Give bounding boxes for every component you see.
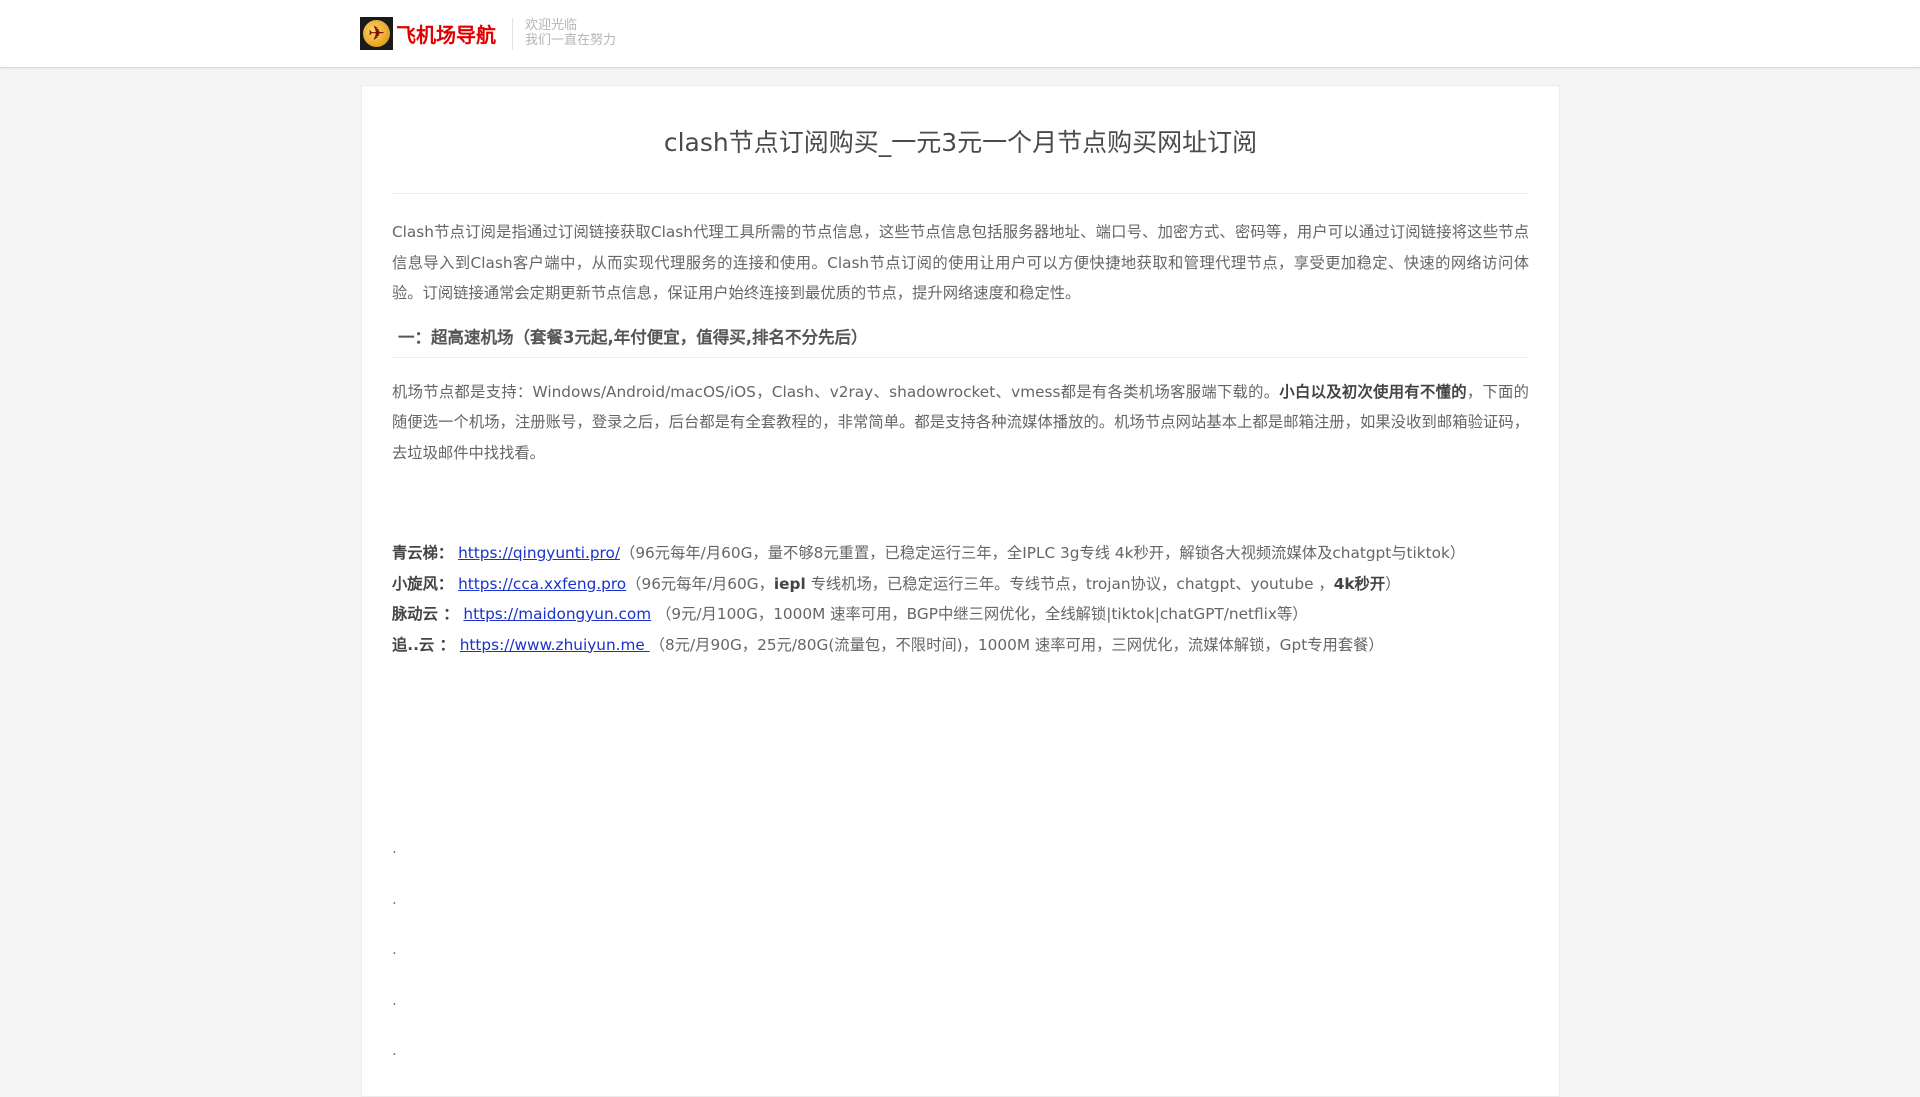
link-row: 追..云 ： https://www.zhuiyun.me （8元/月90G，2… xyxy=(392,630,1529,661)
dot-spacer: . xyxy=(392,889,397,908)
section-heading: 一：超高速机场（套餐3元起,年付便宜，值得买,排名不分先后） xyxy=(392,326,1529,358)
article-title: clash节点订阅购买_一元3元一个月节点购买网址订阅 xyxy=(663,128,1258,157)
link-url[interactable]: https://maidongyun.com xyxy=(463,605,651,623)
airport-link-list: 青云梯： https://qingyunti.pro/（96元每年/月60G，量… xyxy=(392,538,1529,660)
link-desc: （9元/月100G，1000M 速率可用，BGP中继三网优化，全线解锁|tikt… xyxy=(651,605,1308,623)
section-text-bold: 小白以及初次使用有不懂的 xyxy=(1279,382,1467,401)
link-desc: （96元每年/月60G， xyxy=(626,574,774,593)
article-card: clash节点订阅购买_一元3元一个月节点购买网址订阅 Clash节点订阅是指通… xyxy=(361,85,1560,1097)
link-url[interactable]: https://qingyunti.pro/ xyxy=(458,544,620,562)
welcome-line-1: 欢迎光临 xyxy=(525,18,578,33)
site-logo-text: 飞机场导航 xyxy=(396,23,496,47)
section-text-a: 机场节点都是支持：Windows/Android/macOS/iOS，Clash… xyxy=(392,382,1280,401)
link-name: 追..云 ： xyxy=(392,635,455,654)
link-url[interactable]: https://cca.xxfeng.pro xyxy=(458,575,626,593)
top-header-bar: ✈ 飞机场导航 欢迎光临 我们一直在努力 xyxy=(0,0,1920,68)
link-row: 青云梯： https://qingyunti.pro/（96元每年/月60G，量… xyxy=(392,538,1529,569)
welcome-slogan: 欢迎光临 我们一直在努力 xyxy=(512,18,616,50)
dot-spacer: . xyxy=(392,839,397,857)
airplane-logo-icon: ✈ xyxy=(360,17,393,50)
title-divider xyxy=(392,193,1529,194)
link-desc-bold: iepl xyxy=(773,574,806,593)
link-desc: （96元每年/月60G，量不够8元重置，已稳定运行三年，全IPLC 3g专线 4… xyxy=(620,544,1466,562)
dot-spacer: . xyxy=(392,990,397,1009)
intro-paragraph: Clash节点订阅是指通过订阅链接获取Clash代理工具所需的节点信息，这些节点… xyxy=(392,223,1529,302)
link-desc-3: ） xyxy=(1385,574,1401,593)
link-desc-2: 专线机场，已稳定运行三年。专线节点，trojan协议，chatgpt、youtu… xyxy=(805,574,1334,593)
link-row: 脉动云 ： https://maidongyun.com （9元/月100G，1… xyxy=(392,599,1529,630)
article-body: clash节点订阅购买_一元3元一个月节点购买网址订阅 Clash节点订阅是指通… xyxy=(392,86,1529,660)
link-name: 青云梯： xyxy=(392,544,454,562)
dot-spacer: . xyxy=(392,1041,397,1059)
link-name: 小旋风： xyxy=(392,574,454,593)
link-row: 小旋风： https://cca.xxfeng.pro（96元每年/月60G，i… xyxy=(392,569,1529,600)
link-desc-bold-2: 4k秒开 xyxy=(1333,574,1386,593)
site-logo-link[interactable]: ✈ 飞机场导航 xyxy=(360,17,496,50)
link-desc: （8元/月90G，25元/80G(流量包，不限时间)，1000M 速率可用，三网… xyxy=(649,635,1384,654)
link-name: 脉动云 ： xyxy=(392,605,459,623)
link-url[interactable]: https://www.zhuiyun.me xyxy=(460,636,650,654)
welcome-line-2: 我们一直在努力 xyxy=(525,33,617,48)
dot-spacer-list: . . . . . xyxy=(392,838,397,1091)
dot-spacer: . xyxy=(392,940,397,958)
section-paragraph: 机场节点都是支持：Windows/Android/macOS/iOS，Clash… xyxy=(392,377,1529,469)
